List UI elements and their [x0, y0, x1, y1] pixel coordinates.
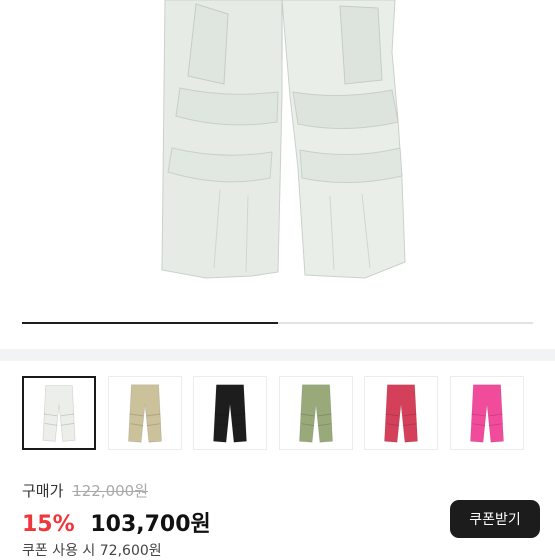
price-label: 구매가	[22, 482, 64, 500]
pants-thumbnail-icon	[213, 384, 247, 443]
get-coupon-button[interactable]: 쿠폰받기	[450, 500, 540, 538]
price-label-row: 구매가 122,000원	[22, 480, 148, 501]
cargo-pants-image	[161, 0, 406, 279]
color-thumbnail-beige[interactable]	[107, 376, 182, 450]
color-thumbnail-red[interactable]	[364, 376, 438, 450]
final-price-row: 15% 103,700원	[22, 506, 211, 538]
color-thumbnail-sage-green[interactable]	[278, 376, 353, 450]
pants-thumbnail-icon	[469, 384, 504, 443]
pants-thumbnail-icon	[298, 384, 333, 443]
carousel-progress-bar	[22, 322, 533, 324]
color-thumbnail-black[interactable]	[193, 376, 267, 450]
discount-rate: 15%	[22, 512, 75, 537]
pants-thumbnail-icon	[384, 384, 418, 443]
section-divider	[0, 349, 555, 361]
color-thumbnail-white[interactable]	[22, 376, 96, 450]
original-price: 122,000원	[72, 482, 149, 500]
color-thumbnail-pink[interactable]	[449, 376, 524, 450]
coupon-price-row: 쿠폰 사용 시 72,600원	[22, 540, 162, 560]
final-price: 103,700원	[90, 512, 211, 537]
coupon-price: 72,600원	[99, 543, 162, 559]
carousel-progress-fill	[22, 322, 278, 324]
pants-thumbnail-icon	[42, 385, 76, 442]
product-main-image[interactable]	[0, 0, 555, 318]
pants-thumbnail-icon	[127, 384, 162, 443]
coupon-price-label: 쿠폰 사용 시	[22, 543, 96, 559]
color-thumbnail-list	[22, 376, 542, 452]
